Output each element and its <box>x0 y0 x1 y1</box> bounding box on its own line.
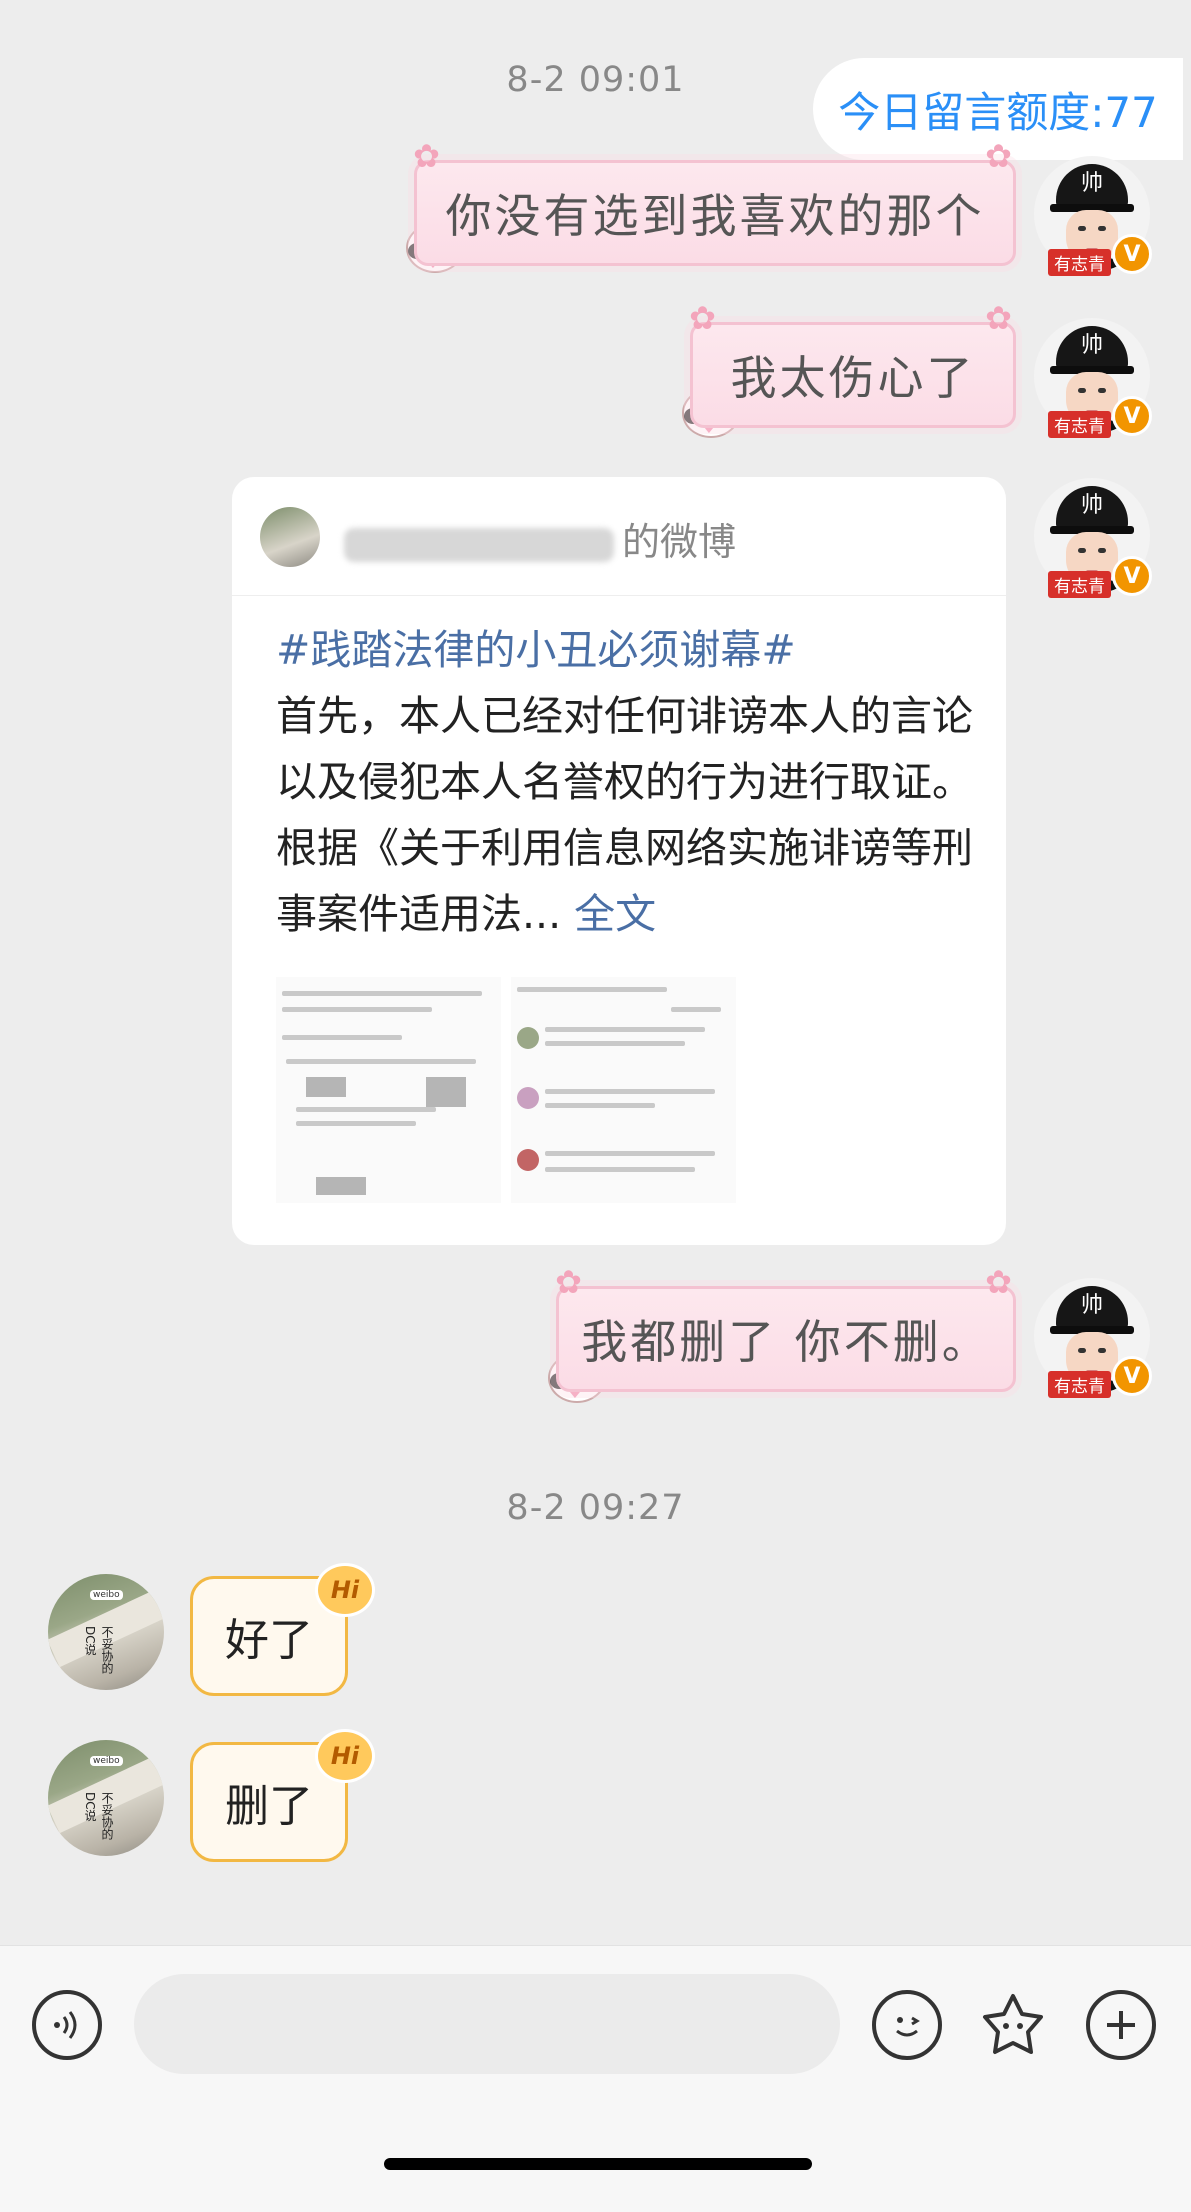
verified-icon: V <box>1112 1356 1152 1396</box>
card-images[interactable] <box>276 977 966 1203</box>
home-indicator <box>384 2158 812 2170</box>
message-text: 我都删了 你不删。 <box>581 1315 991 1369</box>
card-image[interactable] <box>511 977 736 1203</box>
message-text: 好了 <box>225 1615 313 1666</box>
emoji-icon[interactable] <box>872 1990 942 2060</box>
my-avatar[interactable]: 帅 有志青 V <box>1034 156 1152 276</box>
chat-area[interactable]: 8-2 09:01 今日留言额度:77 ♥ ✿ ✿ 你没有选到我喜欢的那个 帅 … <box>0 0 1191 1945</box>
contact-avatar[interactable]: weibo 不妥协的DC说 <box>48 1574 164 1690</box>
avatar-tag: 有志青 <box>1048 249 1111 276</box>
input-bar <box>0 1945 1191 2212</box>
card-text: #践踏法律的小丑必须谢幕# 首先，本人已经对任何诽谤本人的言论以及侵犯本人名誉权… <box>276 617 976 947</box>
flower-icon: ✿ <box>413 137 443 175</box>
contact-avatar[interactable]: weibo 不妥协的DC说 <box>48 1740 164 1856</box>
avatar-tag: 有志青 <box>1048 1371 1111 1398</box>
my-avatar[interactable]: 帅 有志青 V <box>1034 318 1152 438</box>
flower-icon: ✿ <box>985 299 1015 337</box>
verified-icon: V <box>1112 234 1152 274</box>
received-message-bubble[interactable]: 删了 Hi <box>190 1729 375 1862</box>
weibo-share-card[interactable]: 的微博 #践踏法律的小丑必须谢幕# 首先，本人已经对任何诽谤本人的言论以及侵犯本… <box>232 477 1006 1245</box>
sent-message-bubble[interactable]: ✿ ✿ 我都删了 你不删。 <box>555 1265 1016 1392</box>
received-message-bubble[interactable]: 好了 Hi <box>190 1563 375 1696</box>
sent-message-bubble[interactable]: ✿ ✿ 我太伤心了 <box>689 301 1016 428</box>
sent-message-bubble[interactable]: ✿ ✿ 你没有选到我喜欢的那个 <box>413 139 1016 266</box>
verified-icon: V <box>1112 396 1152 436</box>
card-header: 的微博 <box>232 477 1006 596</box>
card-topic[interactable]: #践踏法律的小丑必须谢幕# <box>276 617 976 683</box>
verified-icon: V <box>1112 556 1152 596</box>
avatar-tag: 有志青 <box>1048 411 1111 438</box>
plus-icon[interactable] <box>1086 1990 1156 2060</box>
message-text: 删了 <box>225 1781 313 1832</box>
timestamp: 8-2 09:27 <box>506 1488 685 1528</box>
voice-icon[interactable] <box>32 1990 102 2060</box>
hi-badge-icon: Hi <box>315 1563 375 1617</box>
my-avatar[interactable]: 帅 有志青 V <box>1034 478 1152 598</box>
flower-icon: ✿ <box>555 1263 585 1301</box>
flower-icon: ✿ <box>985 1263 1015 1301</box>
message-text: 你没有选到我喜欢的那个 <box>445 189 985 243</box>
card-author-name: 的微博 <box>344 511 736 566</box>
flower-icon: ✿ <box>985 137 1015 175</box>
card-author-avatar <box>260 507 320 567</box>
message-text: 我太伤心了 <box>730 351 976 405</box>
flower-icon: ✿ <box>689 299 719 337</box>
read-more-link[interactable]: 全文 <box>574 890 656 938</box>
avatar-tag: 有志青 <box>1048 571 1111 598</box>
hi-badge-icon: Hi <box>315 1729 375 1783</box>
sticker-icon[interactable] <box>978 1990 1048 2060</box>
card-image[interactable] <box>276 977 501 1203</box>
message-input[interactable] <box>134 1974 840 2074</box>
my-avatar[interactable]: 帅 有志青 V <box>1034 1278 1152 1398</box>
